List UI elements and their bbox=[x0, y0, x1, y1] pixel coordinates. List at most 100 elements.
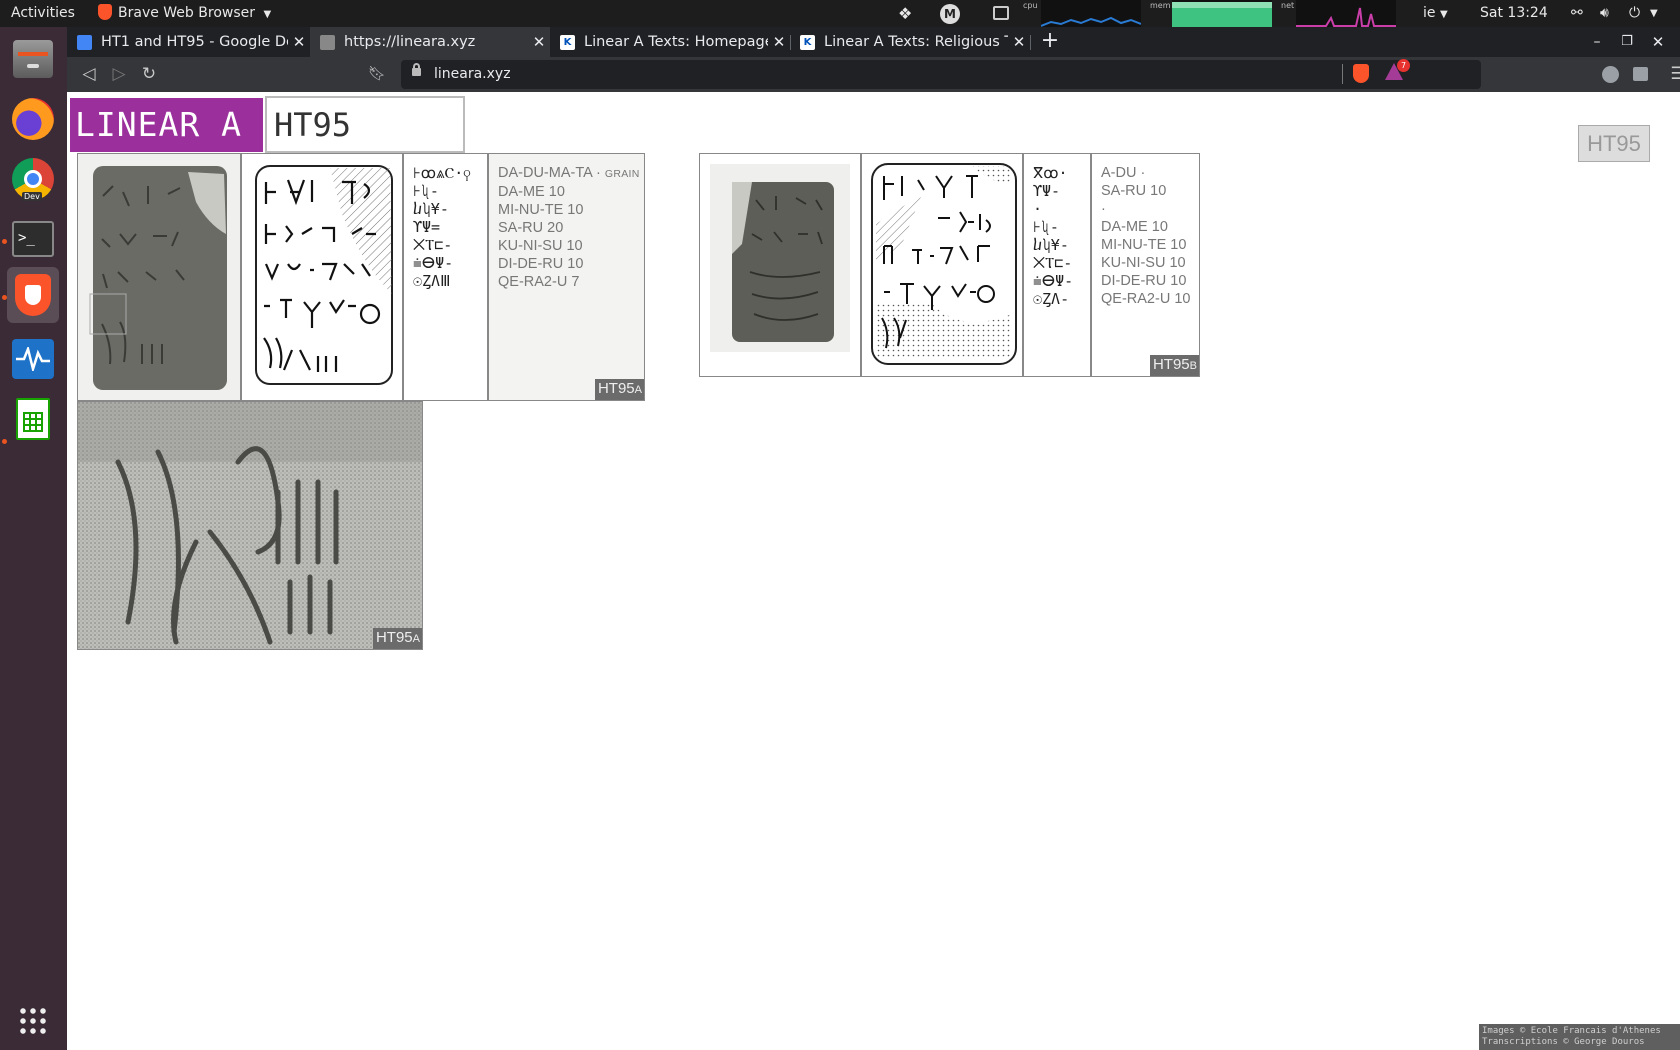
running-indicator bbox=[2, 439, 7, 444]
tab-linear-a-religious[interactable]: K Linear A Texts: Religious Texts ✕ bbox=[790, 27, 1030, 57]
address-bar[interactable]: lineara.xyz bbox=[401, 60, 1481, 89]
files-icon bbox=[13, 40, 53, 78]
system-monitor-icon[interactable] bbox=[993, 0, 1009, 27]
credit-transcriptions: Transcriptions © George Douros bbox=[1482, 1037, 1645, 1047]
tab-separator bbox=[1030, 35, 1031, 50]
document-id-badge[interactable]: HT95 bbox=[1578, 125, 1650, 162]
tab-lineara[interactable]: https://lineara.xyz ✕ bbox=[310, 27, 550, 57]
tablet-detail-zoom[interactable]: HT95A bbox=[77, 401, 423, 650]
transliteration-line: DI-DE-RU 10 bbox=[498, 256, 584, 272]
transliteration-line: DA-DU-MA-TA · GRAIN bbox=[498, 165, 640, 181]
transliteration-side-a: DA-DU-MA-TA · GRAIN DA-ME 10 MI-NU-TE 10… bbox=[488, 153, 645, 401]
transliteration-line: MI-NU-TE 10 bbox=[1101, 237, 1187, 253]
dock-spreadsheet[interactable] bbox=[7, 393, 59, 445]
close-icon[interactable]: ✕ bbox=[528, 33, 550, 51]
dock-brave[interactable] bbox=[7, 267, 59, 323]
tablet-photo-side-a[interactable] bbox=[77, 153, 241, 401]
transliteration-side-b: A-DU · SA-RU 10 · DA-ME 10 MI-NU-TE 10 K… bbox=[1091, 153, 1200, 377]
tablet-detail-image bbox=[78, 402, 422, 649]
volume-icon[interactable]: 🔊︎ bbox=[1600, 0, 1609, 27]
dock-system-monitor[interactable] bbox=[7, 333, 59, 385]
show-applications-button[interactable] bbox=[7, 995, 59, 1047]
tablet-drawing-side-a[interactable] bbox=[241, 153, 403, 401]
bookmark-icon[interactable]: 🔖︎ bbox=[365, 62, 389, 86]
transliteration-line: · bbox=[1101, 201, 1106, 217]
page-icon bbox=[320, 34, 335, 50]
system-monitor-icon bbox=[12, 339, 54, 379]
image-credits: Images © Ecole Francais d'Athenes Transc… bbox=[1479, 1024, 1680, 1050]
cpu-graph[interactable] bbox=[1040, 0, 1142, 27]
tab-linear-a-homepage[interactable]: K Linear A Texts: Homepage ✕ bbox=[550, 27, 790, 57]
transliteration-line: QE-RA2-U 10 bbox=[1101, 291, 1191, 307]
chevron-down-icon[interactable]: ▼ bbox=[1650, 0, 1658, 27]
dock-files[interactable] bbox=[7, 33, 59, 85]
brave-shields-icon[interactable] bbox=[1353, 64, 1369, 83]
linear-a-glyphs-side-a: ⊦ꝏ⩓Ⲥ·⚲ ⊦ʯ- ⴑʮ¥- ϒΨ= ⨉Ⲧ⊏- ⩧ⴱΨ- ☉ȤɅⅢ bbox=[403, 153, 488, 401]
tab-google-docs[interactable]: HT1 and HT95 - Google Docs ✕ bbox=[67, 27, 310, 57]
sync-icon[interactable] bbox=[1602, 66, 1619, 83]
net-label: net bbox=[1281, 1, 1295, 10]
system-top-bar: Activities Brave Web Browser ▼ ❖ M cpu m… bbox=[0, 0, 1680, 27]
tablet-photo bbox=[710, 164, 850, 352]
dock: Dev >_ bbox=[0, 27, 67, 1050]
side-label: HT95B bbox=[1149, 355, 1199, 376]
back-button[interactable]: ◁ bbox=[77, 62, 101, 86]
site-logo[interactable]: LINEAR A bbox=[70, 98, 263, 152]
close-icon[interactable]: ✕ bbox=[768, 33, 790, 51]
grid-icon bbox=[18, 1006, 48, 1036]
transliteration-line: SA-RU 20 bbox=[498, 220, 564, 236]
transliteration-line: DI-DE-RU 10 bbox=[1101, 273, 1187, 289]
close-icon[interactable]: ✕ bbox=[288, 33, 310, 51]
dock-terminal[interactable]: >_ bbox=[7, 213, 59, 265]
tab-title: Linear A Texts: Religious Texts bbox=[824, 34, 1008, 50]
restore-button[interactable]: ❐ bbox=[1614, 27, 1640, 57]
transliteration-text: DA-DU-MA-TA · GRAIN DA-ME 10 MI-NU-TE 10… bbox=[498, 164, 640, 291]
dock-chrome-dev[interactable]: Dev bbox=[7, 153, 59, 205]
close-icon[interactable]: ✕ bbox=[1008, 33, 1030, 51]
menu-icon[interactable]: ☰ bbox=[1668, 62, 1680, 86]
minimize-button[interactable]: – bbox=[1584, 27, 1610, 57]
transliteration-note: GRAIN bbox=[604, 168, 640, 180]
close-window-button[interactable]: ✕ bbox=[1645, 27, 1671, 57]
tablet-drawing bbox=[255, 165, 393, 385]
mem-graph[interactable] bbox=[1172, 0, 1272, 27]
transliteration-line: KU-NI-SU 10 bbox=[498, 238, 583, 254]
dropbox-icon[interactable]: ❖ bbox=[898, 0, 912, 27]
network-icon[interactable]: ⚯ bbox=[1571, 0, 1583, 27]
keyboard-layout-indicator[interactable]: ie ▼ bbox=[1423, 0, 1448, 27]
transliteration-line: MI-NU-TE 10 bbox=[498, 202, 584, 218]
tablet-drawing-side-b[interactable] bbox=[861, 153, 1023, 377]
extensions-icon[interactable] bbox=[1633, 67, 1648, 81]
transliteration-line: DA-ME 10 bbox=[498, 184, 565, 200]
new-tab-button[interactable]: + bbox=[1037, 27, 1063, 57]
url-divider bbox=[1342, 64, 1343, 84]
power-icon[interactable]: ⏻ bbox=[1629, 0, 1640, 27]
mail-indicator-icon[interactable]: M bbox=[940, 0, 960, 27]
linear-a-glyphs-side-b: ⴳꝏ· ϒΨ- · ⊦ʯ- ⴑʮ¥- ⨉Ⲧ⊏- ⩧ⴱΨ- ☉ȤɅ- bbox=[1023, 153, 1091, 377]
activities-button[interactable]: Activities bbox=[11, 0, 75, 27]
firefox-icon bbox=[12, 98, 54, 140]
rewards-badge: 7 bbox=[1397, 59, 1410, 72]
chevron-down-icon: ▼ bbox=[263, 9, 272, 20]
spreadsheet-icon bbox=[16, 398, 50, 440]
search-input[interactable] bbox=[265, 96, 465, 153]
url-text: lineara.xyz bbox=[434, 66, 511, 82]
glyph-transcription: ⴳꝏ· ϒΨ- · ⊦ʯ- ⴑʮ¥- ⨉Ⲧ⊏- ⩧ⴱΨ- ☉ȤɅ- bbox=[1033, 164, 1074, 308]
reload-button[interactable]: ↻ bbox=[137, 62, 161, 86]
side-label: HT95A bbox=[594, 379, 644, 400]
tablet-photo bbox=[78, 154, 240, 400]
browser-toolbar: ◁ ▷ ↻ 🔖︎ lineara.xyz 7 ☰ bbox=[67, 57, 1680, 92]
brave-lion-icon bbox=[98, 4, 112, 20]
dock-firefox[interactable] bbox=[7, 93, 59, 145]
clock[interactable]: Sat 13:24 bbox=[1480, 0, 1548, 27]
google-docs-icon bbox=[77, 34, 92, 50]
net-graph[interactable] bbox=[1296, 0, 1396, 27]
tab-title: Linear A Texts: Homepage bbox=[584, 34, 768, 50]
app-menu[interactable]: Brave Web Browser ▼ bbox=[98, 0, 271, 27]
tablet-photo-side-b[interactable] bbox=[699, 153, 861, 377]
running-indicator bbox=[2, 295, 7, 300]
brave-lion-icon bbox=[15, 274, 51, 316]
forward-button[interactable]: ▷ bbox=[107, 62, 131, 86]
chevron-down-icon: ▼ bbox=[1439, 9, 1448, 20]
transliteration-line: SA-RU 10 bbox=[1101, 183, 1167, 199]
